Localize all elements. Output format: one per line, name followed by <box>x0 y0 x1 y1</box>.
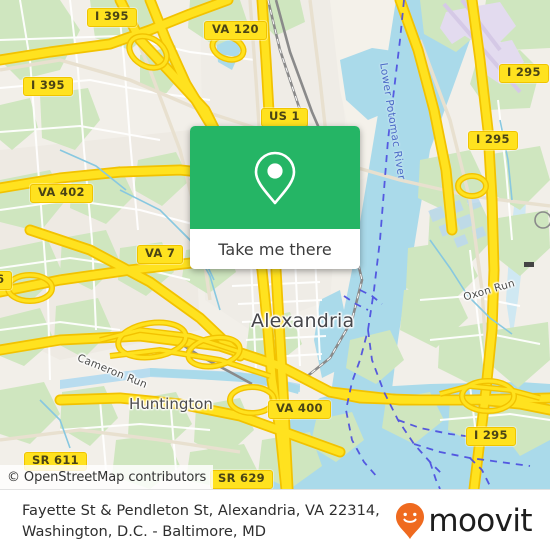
map-label-huntington: Huntington <box>129 395 213 413</box>
moovit-brand[interactable]: moovit <box>395 502 550 540</box>
route-shield-us1[interactable]: US 1 <box>261 108 308 127</box>
route-shield-va402[interactable]: VA 402 <box>30 184 93 203</box>
take-me-there-label: Take me there <box>218 239 332 259</box>
route-shield-sr629[interactable]: SR 629 <box>210 470 273 489</box>
map-canvas[interactable]: Alexandria Huntington Lower Potomac Rive… <box>0 0 550 489</box>
footer-bar: Fayette St & Pendleton St, Alexandria, V… <box>0 489 550 550</box>
route-shield-i395-north[interactable]: I 395 <box>87 8 137 27</box>
route-shield-clipped-6[interactable]: 6 <box>0 271 13 290</box>
address-line-2: Washington, D.C. - Baltimore, MD <box>22 522 266 540</box>
osm-attribution-text: © OpenStreetMap contributors <box>7 469 207 485</box>
moovit-wordmark: moovit <box>428 502 532 539</box>
route-shield-i395-west[interactable]: I 395 <box>23 77 73 96</box>
take-me-there-button[interactable]: Take me there <box>190 229 360 269</box>
osm-attribution[interactable]: © OpenStreetMap contributors <box>0 465 213 489</box>
take-me-there-popup[interactable]: Take me there <box>190 126 360 269</box>
route-shield-i295-southeast[interactable]: I 295 <box>466 427 516 446</box>
route-shield-va7[interactable]: VA 7 <box>137 245 184 264</box>
map-pin-icon <box>254 151 296 204</box>
popup-icon-area <box>190 126 360 229</box>
route-shield-va400[interactable]: VA 400 <box>268 400 331 419</box>
route-shield-i295-east[interactable]: I 295 <box>468 131 518 150</box>
moovit-map-screenshot: Alexandria Huntington Lower Potomac Rive… <box>0 0 550 550</box>
route-shield-va120[interactable]: VA 120 <box>204 21 267 40</box>
route-shield-i295-northeast[interactable]: I 295 <box>499 64 549 83</box>
address-line-1: Fayette St & Pendleton St, Alexandria, V… <box>22 501 380 519</box>
address-block: Fayette St & Pendleton St, Alexandria, V… <box>0 500 395 542</box>
map-label-alexandria: Alexandria <box>251 310 355 332</box>
moovit-pin-smiley-icon <box>396 502 425 539</box>
